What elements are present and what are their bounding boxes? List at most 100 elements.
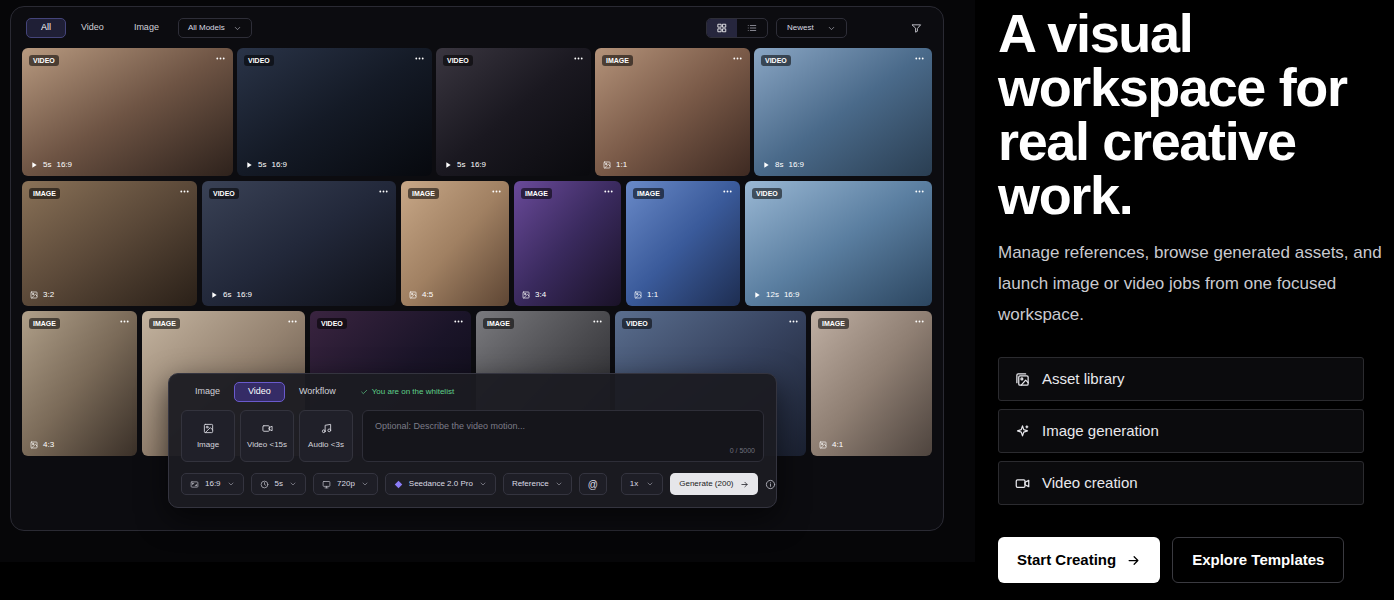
asset-type-badge: IMAGE	[602, 55, 633, 66]
more-button[interactable]	[914, 186, 925, 197]
more-button[interactable]	[179, 186, 190, 197]
asset-type-badge: VIDEO	[761, 55, 791, 66]
generator-tab-label: Image	[195, 386, 220, 396]
more-icon	[378, 186, 389, 197]
asset-card[interactable]: IMAGE1:1	[626, 181, 740, 306]
asset-type-badge: IMAGE	[521, 188, 552, 199]
whitelist-status: You are on the whitelist	[360, 386, 454, 398]
list-icon	[747, 23, 757, 33]
more-button[interactable]	[722, 186, 733, 197]
more-icon	[788, 316, 799, 327]
more-icon	[215, 53, 226, 64]
option-dropdown[interactable]: Seedance 2.0 Pro	[385, 473, 496, 495]
more-button[interactable]	[215, 53, 226, 64]
count-label: 1x	[630, 478, 638, 490]
more-button[interactable]	[914, 53, 925, 64]
asset-card[interactable]: VIDEO5s16:9	[237, 48, 432, 176]
more-button[interactable]	[788, 316, 799, 327]
generator-tabs: Image Video Workflow You are on the whiteli…	[181, 382, 764, 402]
mention-label: @	[588, 477, 598, 492]
asset-card[interactable]: IMAGE4:5	[401, 181, 509, 306]
start-creating-button[interactable]: Start Creating	[998, 537, 1160, 583]
more-button[interactable]	[573, 53, 584, 64]
music-note-icon	[321, 423, 332, 434]
view-button[interactable]	[737, 19, 767, 37]
generator-tab-label: Video	[248, 386, 271, 396]
mode-tile[interactable]: Video <15s	[240, 410, 294, 462]
more-button[interactable]	[603, 186, 614, 197]
more-button[interactable]	[414, 53, 425, 64]
hero: A visual workspace for real creative wor…	[975, 0, 1394, 600]
play-icon	[444, 161, 452, 169]
filter-tab[interactable]: All	[26, 18, 66, 38]
feature-label: Asset library	[1042, 368, 1125, 391]
asset-card[interactable]: VIDEO12s16:9	[745, 181, 932, 306]
toolbar: AllVideoImageAll Models Newest	[11, 17, 943, 39]
generator-tab[interactable]: Image	[181, 382, 234, 402]
feature-item: Video creation	[998, 461, 1364, 505]
aspect-ratio-icon	[190, 480, 199, 489]
count-dropdown[interactable]: 1x	[621, 473, 663, 495]
asset-meta: 5s16:9	[444, 160, 486, 170]
play-icon	[30, 161, 38, 169]
asset-card[interactable]: IMAGE4:3	[22, 311, 137, 456]
hero-title: A visual workspace for real creative wor…	[998, 6, 1388, 222]
more-button[interactable]	[732, 53, 743, 64]
more-icon	[914, 53, 925, 64]
more-button[interactable]	[914, 316, 925, 327]
asset-card[interactable]: IMAGE4:1	[811, 311, 932, 456]
asset-card[interactable]: IMAGE1:1	[595, 48, 750, 176]
asset-duration: 8s	[775, 160, 783, 170]
more-button[interactable]	[592, 316, 603, 327]
more-button[interactable]	[119, 316, 130, 327]
mode-tile[interactable]: Image	[181, 410, 235, 462]
asset-ratio: 16:9	[236, 290, 252, 300]
info-button[interactable]	[765, 479, 776, 490]
asset-card[interactable]: VIDEO 8s16:9	[754, 48, 932, 176]
more-icon	[603, 186, 614, 197]
chevron-down-icon	[479, 480, 487, 488]
generate-button[interactable]: Generate (200)	[670, 473, 757, 495]
view-toggle	[706, 18, 768, 38]
mode-tile[interactable]: Audio <3s	[299, 410, 353, 462]
whitelist-text: You are on the whitelist	[372, 386, 454, 398]
more-button[interactable]	[491, 186, 502, 197]
asset-meta: 8s16:9	[762, 160, 804, 170]
more-icon	[491, 186, 502, 197]
grid-icon	[717, 23, 727, 33]
chevron-down-icon	[827, 24, 836, 33]
asset-card[interactable]: VIDEO6s16:9	[202, 181, 396, 306]
mention-button[interactable]: @	[579, 473, 607, 495]
more-icon	[732, 53, 743, 64]
option-dropdown[interactable]: 5s	[251, 473, 306, 495]
view-button[interactable]	[707, 19, 737, 37]
asset-card[interactable]: IMAGE 3:4	[514, 181, 621, 306]
asset-type-badge: VIDEO	[443, 55, 473, 66]
asset-row: IMAGE3:2VIDEO6s16:9IMAGE4:5IMAGE3:4IMAGE…	[22, 181, 932, 306]
option-dropdown[interactable]: 720p	[313, 473, 378, 495]
generator-tab[interactable]: Workflow	[285, 382, 350, 402]
filter-tab[interactable]: Image	[119, 18, 174, 38]
option-dropdown[interactable]: Reference	[503, 473, 572, 495]
asset-meta: 6s16:9	[210, 290, 252, 300]
filter-tab[interactable]: Video	[66, 18, 119, 38]
asset-card[interactable]: VIDEO5s16:9	[22, 48, 233, 176]
asset-meta: 5s16:9	[245, 160, 287, 170]
asset-card[interactable]: IMAGE3:2	[22, 181, 197, 306]
explore-templates-button[interactable]: Explore Templates	[1172, 537, 1344, 583]
asset-card[interactable]: VIDEO 5s16:9	[436, 48, 591, 176]
filter-bar: AllVideoImageAll Models	[26, 18, 252, 38]
generator-tab[interactable]: Video	[234, 382, 285, 402]
more-button[interactable]	[378, 186, 389, 197]
model-dropdown[interactable]: All Models	[178, 18, 252, 38]
option-dropdown[interactable]: 16:9	[181, 473, 244, 495]
more-button[interactable]	[453, 316, 464, 327]
asset-duration: 5s	[258, 160, 266, 170]
prompt-input[interactable]	[363, 411, 763, 461]
filter-button[interactable]	[911, 23, 922, 34]
asset-ratio: 3:4	[535, 290, 546, 300]
sort-dropdown[interactable]: Newest	[776, 18, 847, 38]
check-icon	[360, 388, 368, 396]
asset-meta: 3:4	[522, 290, 546, 300]
more-button[interactable]	[287, 316, 298, 327]
